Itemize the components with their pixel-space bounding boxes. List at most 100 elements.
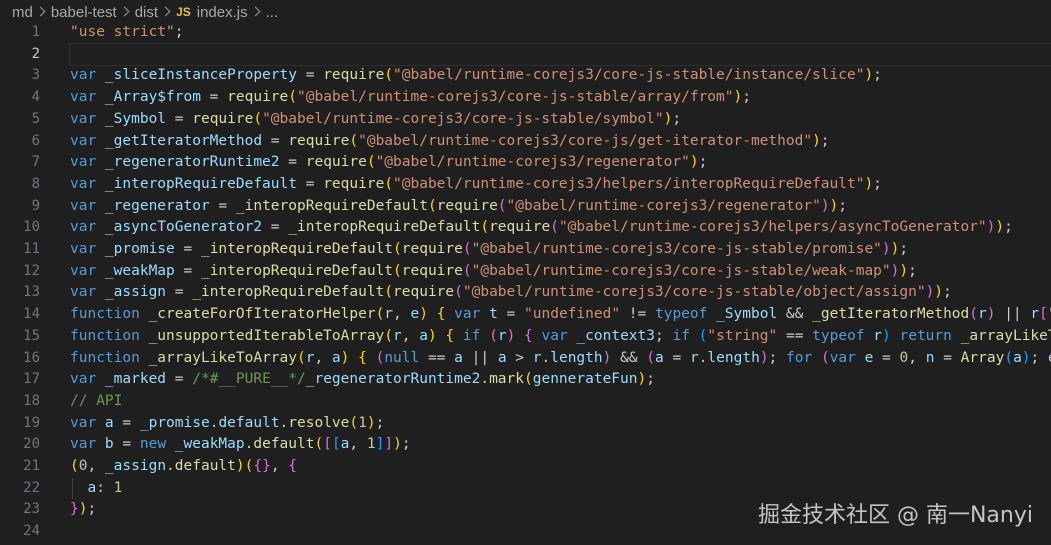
- code-text[interactable]: function _arrayLikeToArray(r, a) { (null…: [70, 348, 1051, 370]
- code-token: var: [70, 197, 105, 214]
- line-number: 15: [23, 327, 40, 344]
- code-token: var: [541, 327, 577, 344]
- code-text[interactable]: var a = _promise.default.resolve(1);: [70, 413, 1051, 435]
- code-token: r: [497, 327, 507, 344]
- code-text[interactable]: "use strict";: [70, 22, 1051, 44]
- code-token: 1: [358, 414, 367, 431]
- code-token: var: [70, 110, 105, 127]
- code-token: require: [401, 241, 463, 257]
- code-text[interactable]: function _createForOfIteratorHelper(r, e…: [70, 304, 1051, 326]
- code-line[interactable]: 14 function _createForOfIteratorHelper(r,…: [0, 304, 1051, 326]
- code-line[interactable]: 10 var _asyncToGenerator2 = _interopRequi…: [0, 217, 1051, 239]
- line-number: 17: [23, 371, 40, 388]
- code-token: ;: [655, 327, 673, 344]
- code-line[interactable]: 20 var b = new _weakMap.default([[a, 1]])…: [0, 434, 1051, 456]
- code-line[interactable]: 17 var _marked = /*#__PURE__*/_regenerato…: [0, 369, 1051, 391]
- code-line[interactable]: 8 var _interopRequireDefault = require("@…: [0, 174, 1051, 196]
- code-token: _Array$from: [104, 89, 201, 106]
- code-token: =: [873, 349, 900, 366]
- code-line[interactable]: 5 var _Symbol = require("@babel/runtime-c…: [0, 109, 1051, 131]
- code-text[interactable]: var _weakMap = _interopRequireDefault(re…: [70, 261, 1051, 283]
- breadcrumb-item-babel-test[interactable]: babel-test: [51, 4, 117, 21]
- code-line[interactable]: 1 "use strict";: [0, 22, 1051, 44]
- breadcrumb-item-file[interactable]: index.js: [197, 4, 248, 21]
- code-token: _weakMap: [104, 262, 175, 279]
- watermark: 掘金技术社区 @ 南一Nanyi: [757, 503, 1033, 528]
- code-line[interactable]: 2: [0, 42, 1051, 67]
- code-token: (: [1004, 349, 1014, 366]
- code-text[interactable]: var _assign = _interopRequireDefault(req…: [70, 282, 1051, 304]
- code-text[interactable]: var _regenerator = _interopRequireDefaul…: [70, 196, 1051, 218]
- code-token: ): [637, 371, 647, 388]
- code-text[interactable]: var _getIteratorMethod = require("@babel…: [70, 131, 1051, 153]
- code-token: ): [864, 175, 874, 192]
- code-token: length: [550, 349, 603, 366]
- line-number: 13: [23, 284, 40, 301]
- code-token: (: [375, 306, 385, 323]
- code-text[interactable]: var b = new _weakMap.default([[a, 1]]);: [70, 434, 1051, 456]
- code-line[interactable]: 4 var _Array$from = require("@babel/runti…: [0, 87, 1051, 109]
- code-text[interactable]: [69, 42, 1051, 67]
- code-line[interactable]: 12 var _weakMap = _interopRequireDefault(…: [0, 261, 1051, 283]
- code-token: ): [812, 132, 821, 149]
- code-token: _interopRequireDefault: [192, 284, 385, 301]
- code-line[interactable]: 15 function _unsupportedIterableToArray(r…: [0, 326, 1051, 348]
- code-line[interactable]: 21 (0, _assign.default)({}, {: [0, 456, 1051, 478]
- code-text[interactable]: var _sliceInstanceProperty = require("@b…: [70, 65, 1051, 87]
- breadcrumb-more[interactable]: ...: [266, 4, 279, 21]
- code-token: ): [733, 89, 743, 106]
- code-token: ||: [995, 306, 1031, 323]
- code-text[interactable]: var _promise = _interopRequireDefault(re…: [70, 239, 1051, 261]
- chevron-right-icon: [117, 5, 135, 19]
- breadcrumb-item-md[interactable]: md: [12, 4, 33, 21]
- code-token: =: [262, 219, 289, 236]
- code-line[interactable]: 18 // API: [0, 391, 1051, 413]
- code-line[interactable]: 3 var _sliceInstanceProperty = require("@…: [0, 65, 1051, 87]
- code-token: (: [296, 349, 306, 366]
- code-token: ): [934, 284, 944, 301]
- code-token: {: [288, 458, 298, 474]
- code-line[interactable]: 16 function _arrayLikeToArray(r, a) { (nu…: [0, 348, 1051, 370]
- code-token: ;: [820, 132, 830, 149]
- line-number: 9: [31, 197, 40, 214]
- code-token: _arrayLikeT: [960, 327, 1051, 344]
- code-token: (: [454, 284, 463, 301]
- code-token: ): [1021, 349, 1031, 366]
- code-token: _sliceInstanceProperty: [104, 67, 297, 84]
- code-token: ;: [1030, 349, 1048, 366]
- code-text[interactable]: var _regeneratorRuntime2 = require("@bab…: [70, 152, 1051, 174]
- code-token: (: [288, 89, 297, 106]
- code-token: ): [995, 219, 1005, 236]
- code-token: Array: [960, 349, 1005, 366]
- code-text[interactable]: var _interopRequireDefault = require("@b…: [70, 174, 1051, 196]
- code-text[interactable]: var _marked = /*#__PURE__*/_regeneratorR…: [70, 369, 1051, 391]
- code-token: var: [829, 349, 865, 366]
- code-text[interactable]: // API: [70, 391, 1051, 413]
- code-token: .: [279, 414, 289, 431]
- code-token: default: [218, 414, 280, 431]
- code-text[interactable]: var _Symbol = require("@babel/runtime-co…: [70, 109, 1051, 131]
- code-token: typeof: [812, 327, 874, 344]
- code-editor[interactable]: 1 "use strict"; 2 3 var _sliceInstanceProper…: [0, 21, 1051, 545]
- line-number: 10: [23, 219, 40, 236]
- code-token: "@babel/runtime-corejs3/core-js-stable/w…: [471, 262, 891, 279]
- code-line[interactable]: 13 var _assign = _interopRequireDefault(r…: [0, 282, 1051, 304]
- code-token: (: [646, 349, 656, 366]
- code-text[interactable]: function _unsupportedIterableToArray(r, …: [70, 326, 1051, 348]
- line-number: 19: [23, 414, 40, 431]
- code-line[interactable]: 19 var a = _promise.default.resolve(1);: [0, 413, 1051, 435]
- code-line[interactable]: 11 var _promise = _interopRequireDefault(…: [0, 239, 1051, 261]
- code-token: ,: [908, 349, 926, 366]
- code-line[interactable]: 9 var _regenerator = _interopRequireDefau…: [0, 196, 1051, 218]
- code-line[interactable]: 6 var _getIteratorMethod = require("@babe…: [0, 131, 1051, 153]
- code-text[interactable]: var _Array$from = require("@babel/runtim…: [70, 87, 1051, 109]
- code-token: require: [288, 132, 350, 149]
- code-token: 1: [366, 436, 376, 453]
- code-token: require: [401, 262, 463, 279]
- code-line[interactable]: 7 var _regeneratorRuntime2 = require("@ba…: [0, 152, 1051, 174]
- breadcrumb-item-dist[interactable]: dist: [135, 4, 158, 21]
- code-text[interactable]: var _asyncToGenerator2 = _interopRequire…: [70, 217, 1051, 239]
- code-text[interactable]: (0, _assign.default)({}, {: [70, 456, 1051, 478]
